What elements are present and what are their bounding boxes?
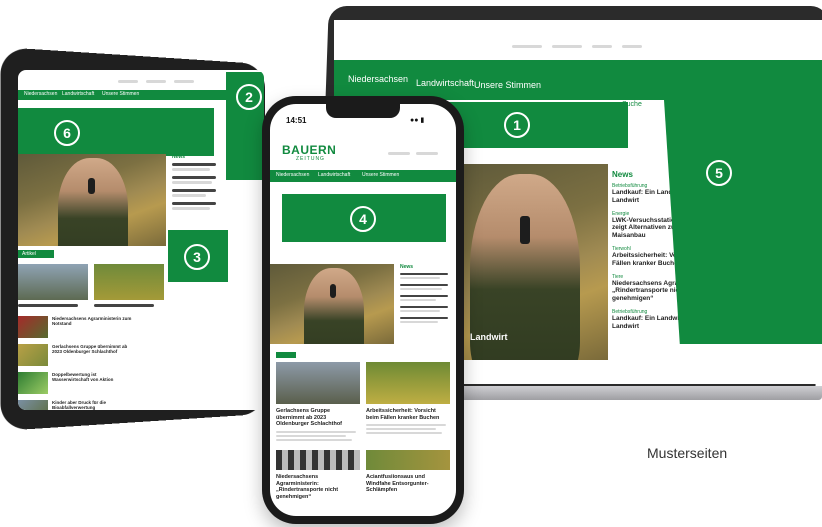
ad-slot-5 [664,100,822,344]
phone-section-label [276,352,296,358]
phone-article-card[interactable]: Gerlachsens Gruppe übernimmt ab 2023 Old… [276,408,360,441]
tablet-screen: Niedersachsen Landwirtschaft Unsere Stim… [18,70,264,410]
laptop-hero-caption: Landwirt [470,332,508,342]
phone-article-card[interactable]: Arbeitssicherheit: Vorsicht beim Fällen … [366,408,450,435]
phone-hero-image [270,264,394,344]
tablet-section-label: Artikel [18,250,54,258]
phone-nav-unsere-stimmen[interactable]: Unsere Stimmen [362,172,399,178]
laptop-nav-bar: Niedersachsen Landwirtschaft Unsere Stim… [334,60,822,100]
badge-1: 1 [504,112,530,138]
tablet-hero-image [18,154,166,246]
signal-wifi-battery-icon: ●● ▮ [410,117,425,124]
phone-article-card[interactable]: Aciantfusiionsaus und Windfahe Entsorgun… [366,474,450,494]
phone-clock: 14:51 [286,116,307,125]
badge-4: 4 [350,206,376,232]
phone-nav-niedersachsen[interactable]: Niedersachsen [276,172,309,178]
phone-article-image [366,450,450,470]
list-item[interactable]: Niedersachsens Agrarministerin zum Notst… [18,316,168,340]
laptop-nav-unsere-stimmen[interactable]: Unsere Stimmen [474,80,541,90]
list-item[interactable]: Doppelbewertung ist Wasserwirtschaft von… [18,372,168,396]
tablet-news-column: News [172,154,220,234]
phone-screen: 14:51 ●● ▮ BAUERN ZEITUNG Niedersachsen … [270,104,456,516]
phone-notch [326,104,400,118]
phone-news-column: News [400,264,452,360]
badge-5: 5 [706,160,732,186]
tablet-nav-unsere-stimmen[interactable]: Unsere Stimmen [102,91,139,97]
laptop-nav-niedersachsen[interactable]: Niedersachsen [348,74,408,84]
phone-nav-landwirtschaft[interactable]: Landwirtschaft [318,172,350,178]
tablet-news-heading: News [172,154,186,160]
tablet-nav-niedersachsen[interactable]: Niedersachsen [24,91,57,97]
ad-slot-6 [18,108,214,156]
phone-article-image [276,450,360,470]
laptop-utility-bar [512,42,682,52]
phone-article-card[interactable]: Niedersachsens Agrarministerin: „Rindert… [276,474,360,500]
tablet-nav-landwirtschaft[interactable]: Landwirtschaft [62,91,94,97]
badge-2: 2 [236,84,262,110]
phone-mockup: 14:51 ●● ▮ BAUERN ZEITUNG Niedersachsen … [262,96,464,524]
badge-3: 3 [184,244,210,270]
list-item[interactable]: Gerlachsens Gruppe übernimmt ab 2023 Old… [18,344,168,368]
phone-logo[interactable]: BAUERN ZEITUNG [282,144,342,166]
badge-6: 6 [54,120,80,146]
phone-news-heading: News [400,264,414,270]
laptop-nav-landwirtschaft[interactable]: Landwirtschaft [416,78,474,88]
tablet-teaser-image [94,264,164,300]
laptop-hero-image: Landwirt [460,164,608,360]
phone-article-image [276,362,360,404]
list-item[interactable]: Kinder aber Druck für die Bioabfallverwe… [18,400,168,410]
caption-label: Musterseiten [647,445,728,461]
tablet-mockup: Niedersachsen Landwirtschaft Unsere Stim… [0,47,274,431]
tablet-article-list: Niedersachsens Agrarministerin zum Notst… [18,316,168,410]
phone-article-image [366,362,450,404]
tablet-teaser-image [18,264,88,300]
phone-nav-bar: Niedersachsen Landwirtschaft Unsere Stim… [270,170,456,182]
